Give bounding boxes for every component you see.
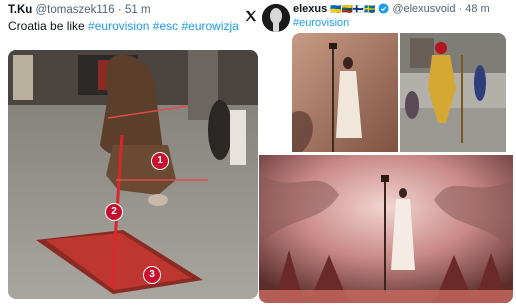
- right-separator: ·: [458, 3, 463, 15]
- left-timestamp[interactable]: 51 m: [125, 4, 151, 16]
- right-timestamp[interactable]: 48 m: [465, 3, 489, 15]
- hashtag-esc[interactable]: #esc: [153, 19, 178, 33]
- right-display-name[interactable]: elexus: [293, 3, 327, 15]
- flag-icons: 🇺🇦🇱🇹🇫🇮🇸🇪: [330, 3, 378, 15]
- flag-ukraine-icon: 🇺🇦: [330, 4, 342, 14]
- marker-2: 2: [105, 203, 123, 221]
- flag-lithuania-icon: 🇱🇹: [341, 4, 353, 14]
- hashtag-eurovision-right[interactable]: #eurovision: [293, 17, 349, 29]
- stage-performance-photo[interactable]: [259, 155, 513, 303]
- right-tweet-text: #eurovision: [293, 17, 349, 29]
- hashtag-eurovision[interactable]: #eurovision: [88, 19, 149, 33]
- flag-sweden-icon: 🇸🇪: [363, 4, 376, 14]
- hashtag-eurowizja[interactable]: #eurowizja: [181, 19, 238, 33]
- singer-on-pole-photo[interactable]: [292, 33, 398, 152]
- levitating-monk-photo[interactable]: [8, 50, 258, 299]
- avatar[interactable]: [262, 4, 290, 32]
- flag-finland-icon: 🇫🇮: [352, 4, 364, 14]
- marker-1: 1: [151, 152, 169, 170]
- verified-badge-icon: [378, 3, 389, 17]
- marker-3: 3: [143, 266, 161, 284]
- left-text-prefix: Croatia be like: [8, 19, 89, 33]
- golden-performer-photo[interactable]: [400, 33, 506, 152]
- left-tweet-text: Croatia be like #eurovision #esc #eurowi…: [8, 19, 239, 33]
- x-logo-icon[interactable]: [244, 9, 258, 23]
- left-handle[interactable]: @tomaszek116: [35, 4, 114, 16]
- left-display-name[interactable]: T.Ku: [8, 4, 32, 16]
- left-tweet-header: T.Ku @tomaszek116 · 51 m: [8, 4, 151, 16]
- left-separator: ·: [117, 4, 122, 16]
- right-handle[interactable]: @elexusvoid: [392, 3, 455, 15]
- right-tweet-header: elexus 🇺🇦🇱🇹🇫🇮🇸🇪 @elexusvoid · 48 m: [293, 3, 490, 17]
